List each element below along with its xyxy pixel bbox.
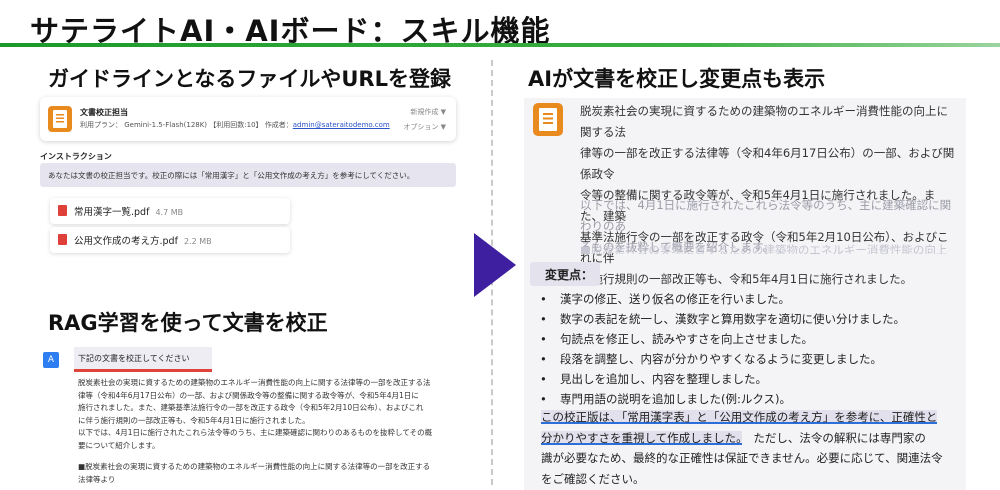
file-row[interactable]: 公用文作成の考え方.pdf 2.2 MB	[50, 227, 290, 253]
prompt-text: 下記の文書を校正してください	[78, 354, 190, 363]
summary-highlight: 分かりやすさを重視して作成しました。	[541, 430, 742, 445]
file-size: 4.7 MB	[155, 208, 184, 217]
heading-register-files: ガイドラインとなるファイルやURLを登録	[48, 67, 451, 91]
user-document-body: 脱炭素社会の実現に資するための建築物のエネルギー消費性能の向上に関する法律等の一…	[78, 378, 433, 484]
author-email-link[interactable]: admin@sateraitodemo.com	[293, 121, 390, 129]
list-item: 句読点を修正し、読みやすさを向上させました。	[540, 329, 905, 349]
list-item: 段落を調整し、内容が分かりやすくなるように変更しました。	[540, 349, 905, 369]
heading-rag: RAG学習を使って文書を校正	[48, 311, 328, 335]
summary-highlight: この校正版は、「常用漢字表」と「公用文作成の考え方」を参考に、正確性と	[541, 410, 938, 424]
list-item: 専門用語の説明を追加しました(例:ルクス)。	[540, 389, 905, 409]
changes-list: 漢字の修正、送り仮名の修正を行いました。 数字の表記を統一し、漢数字と算用数字を…	[540, 289, 905, 409]
prompt-underline	[74, 369, 212, 372]
app-card[interactable]: 文書校正担当 利用プラン： Gemini-1.5-Flash(128K) 【利用…	[40, 97, 456, 141]
app-name: 文書校正担当	[80, 108, 128, 117]
new-create-dropdown[interactable]: 新規作成 ▼	[410, 107, 446, 117]
response-text-cutoff: ■脱炭素社会の実現に資するための建築物のエネルギー消費性能の向上に関する	[580, 243, 948, 254]
title-rule	[0, 43, 1000, 47]
pdf-icon	[58, 234, 67, 245]
pdf-icon	[58, 205, 67, 216]
document-icon	[533, 103, 563, 136]
option-dropdown[interactable]: オプション ▼	[403, 122, 446, 132]
file-size: 2.2 MB	[183, 237, 212, 246]
user-avatar: A	[43, 352, 59, 368]
arrow-right-icon	[474, 233, 516, 297]
list-item: 漢字の修正、送り仮名の修正を行いました。	[540, 289, 905, 309]
list-item: 見出しを追加し、内容を整理しました。	[540, 369, 905, 389]
file-name: 公用文作成の考え方.pdf 2.2 MB	[74, 236, 212, 247]
instruction-label: インストラクション	[40, 152, 112, 161]
document-icon	[48, 106, 72, 132]
file-row[interactable]: 常用漢字一覧.pdf 4.7 MB	[50, 198, 290, 224]
heading-ai-proofread: AIが文書を校正し変更点も表示	[528, 67, 826, 91]
file-name: 常用漢字一覧.pdf 4.7 MB	[74, 207, 184, 218]
app-meta: 利用プラン： Gemini-1.5-Flash(128K) 【利用回数:10】 …	[80, 121, 390, 129]
list-item: 数字の表記を統一し、漢数字と算用数字を適切に使い分けました。	[540, 309, 905, 329]
summary-text: この校正版は、「常用漢字表」と「公用文作成の考え方」を参考に、正確性と 分かりや…	[541, 410, 943, 486]
changes-label: 変更点：	[530, 262, 600, 286]
instruction-box[interactable]: あなたは文書の校正担当です。校正の際には「常用漢字」と「公用文作成の考え方」を参…	[40, 163, 456, 187]
